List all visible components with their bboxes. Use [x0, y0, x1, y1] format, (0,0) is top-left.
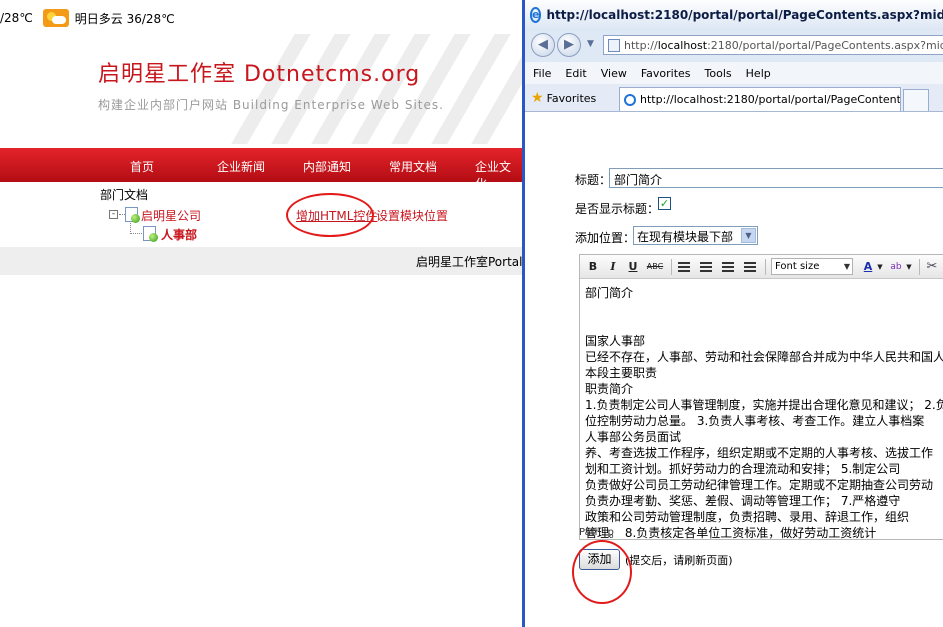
portal-page: /28℃ 明日多云 36/28℃ 启明星工作室 Dotnetcms.org 构建…: [0, 0, 522, 627]
tree-collapse-icon[interactable]: -: [109, 210, 118, 219]
site-banner: 启明星工作室 Dotnetcms.org 构建企业内部门户网站 Building…: [0, 34, 522, 144]
show-title-checkbox[interactable]: ✓: [658, 197, 671, 210]
tab-page-contents[interactable]: http://localhost:2180/portal/portal/Page…: [619, 87, 901, 111]
window-title-bar: e http://localhost:2180/portal/portal/Pa…: [525, 0, 943, 30]
editor-content[interactable]: 部门简介 国家人事部 已经不存在，人事部、劳动和社会保障部合并成为中华人民共和国…: [585, 285, 943, 539]
ie-popup-window: e http://localhost:2180/portal/portal/Pa…: [522, 0, 943, 627]
editor-path-bar: Path: p: [579, 527, 614, 538]
site-title: 启明星工作室 Dotnetcms.org: [98, 62, 421, 87]
ie-logo-icon: e: [530, 7, 542, 23]
chevron-down-icon[interactable]: ▼: [876, 259, 884, 275]
tree-node-hr[interactable]: 人事部: [161, 226, 197, 243]
title-input[interactable]: 部门简介: [609, 168, 943, 188]
module-position-link[interactable]: 设置模块位置: [376, 207, 448, 224]
history-dropdown-icon[interactable]: ▼: [587, 39, 594, 49]
nav-item-news[interactable]: 企业新闻: [217, 158, 265, 175]
section-title: 部门文档: [100, 188, 149, 202]
menu-file[interactable]: File: [533, 67, 551, 80]
footer-text: 启明星工作室Portal系统: [416, 255, 522, 269]
weather-tomorrow: 明日多云 36/28℃: [74, 11, 175, 26]
page-icon: [608, 38, 620, 52]
menu-favorites[interactable]: Favorites: [641, 67, 691, 80]
underline-button[interactable]: U: [626, 259, 640, 275]
align-justify-icon[interactable]: [744, 262, 756, 272]
menu-bar: File Edit View Favorites Tools Help: [525, 62, 943, 84]
forward-icon[interactable]: ▶: [557, 33, 581, 57]
star-icon: ★: [531, 90, 544, 106]
show-title-label: 是否显示标题：: [575, 202, 660, 216]
nav-item-notice[interactable]: 内部通知: [303, 158, 351, 175]
site-subtitle: 构建企业内部门户网站 Building Enterprise Web Sites…: [98, 98, 444, 112]
nav-item-culture[interactable]: 企业文化: [475, 158, 522, 192]
annotation-circle-link: [286, 193, 374, 237]
chevron-down-icon: ▼: [843, 262, 850, 271]
footer-bar: 启明星工作室Portal系统: [0, 247, 522, 275]
favorites-button[interactable]: ★ Favorites: [531, 90, 596, 106]
align-right-icon[interactable]: [722, 262, 734, 272]
align-left-icon[interactable]: [678, 262, 690, 272]
rich-text-editor[interactable]: B I U ABC Font size ▼ A ▼ ab ▼ ✂ 部门简介 国家…: [579, 254, 943, 540]
menu-tools[interactable]: Tools: [705, 67, 732, 80]
menu-edit[interactable]: Edit: [565, 67, 586, 80]
address-toolbar: ◀ ▶ ▼ http://localhost:2180/portal/porta…: [525, 30, 943, 62]
new-tab-button[interactable]: [903, 89, 929, 111]
nav-item-home[interactable]: 首页: [130, 158, 154, 175]
ie-tab-icon: [624, 93, 636, 106]
title-label: 标题：: [575, 173, 612, 187]
italic-button[interactable]: I: [606, 259, 620, 275]
highlight-color-icon[interactable]: ab: [888, 259, 904, 275]
weather-today: /28℃: [0, 11, 33, 25]
font-size-select[interactable]: Font size ▼: [771, 258, 853, 275]
chevron-down-icon[interactable]: ▼: [905, 259, 913, 275]
menu-help[interactable]: Help: [746, 67, 771, 80]
folder-icon: [143, 226, 158, 242]
partly-cloudy-icon: [42, 9, 69, 27]
window-title: http://localhost:2180/portal/portal/Page…: [546, 8, 943, 22]
editor-toolbar: B I U ABC Font size ▼ A ▼ ab ▼ ✂: [580, 255, 943, 279]
bold-button[interactable]: B: [586, 259, 600, 275]
weather-bar: /28℃ 明日多云 36/28℃: [0, 3, 522, 33]
tree-node-company[interactable]: 启明星公司: [141, 207, 201, 224]
back-icon[interactable]: ◀: [531, 33, 555, 57]
align-center-icon[interactable]: [700, 262, 712, 272]
nav-item-docs[interactable]: 常用文档: [389, 158, 437, 175]
position-select[interactable]: 在现有模块最下部 ▼: [633, 226, 758, 245]
strikethrough-button[interactable]: ABC: [644, 259, 666, 275]
add-note: (提交后，请刷新页面): [625, 554, 733, 567]
text-color-icon[interactable]: A: [861, 259, 875, 275]
cut-icon[interactable]: ✂: [924, 259, 940, 275]
position-label: 添加位置：: [575, 231, 636, 245]
annotation-circle-button: [572, 540, 632, 604]
chevron-down-icon[interactable]: ▼: [741, 228, 756, 243]
address-input[interactable]: http://localhost:2180/portal/portal/Page…: [603, 35, 943, 55]
main-nav: 首页 企业新闻 内部通知 常用文档 企业文化: [0, 148, 522, 191]
menu-view[interactable]: View: [601, 67, 627, 80]
folder-icon: [125, 207, 140, 223]
tab-bar: ★ Favorites http://localhost:2180/portal…: [525, 84, 943, 112]
